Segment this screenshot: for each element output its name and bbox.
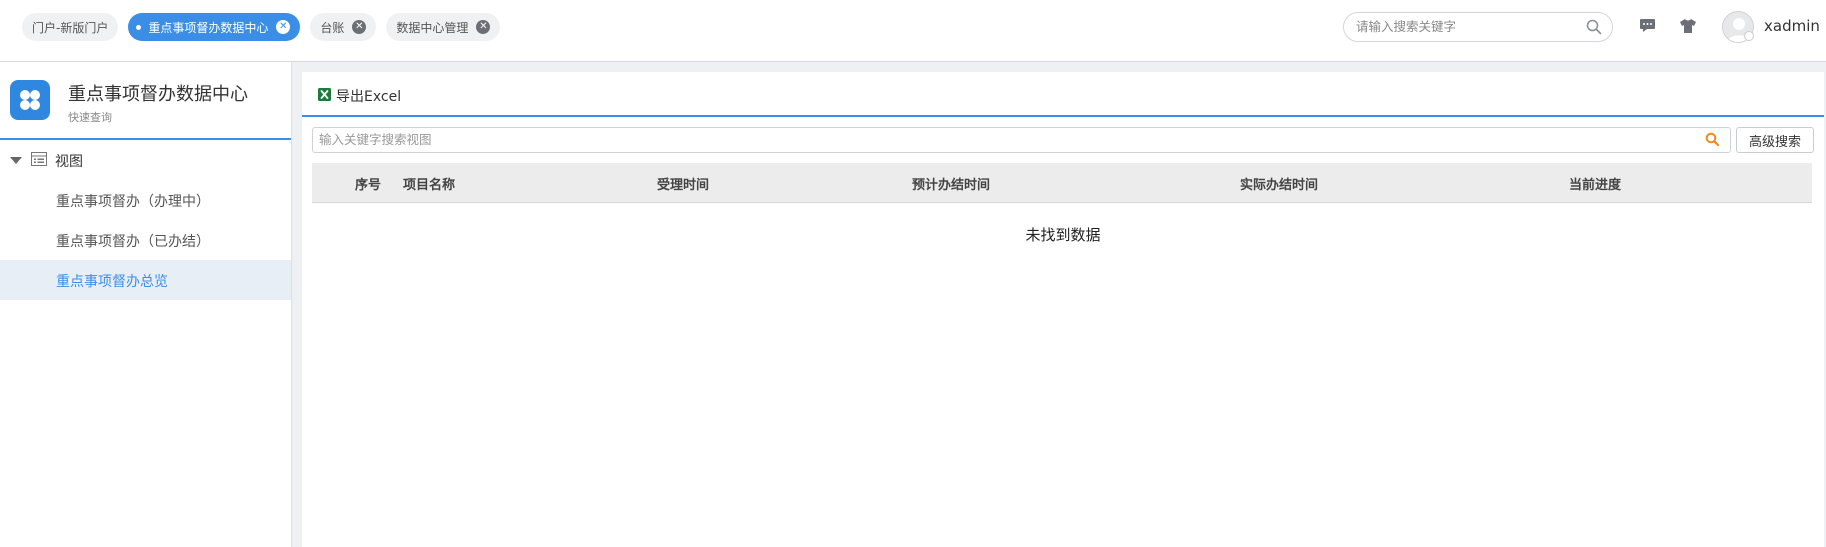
sidebar-item-overview[interactable]: 重点事项督办总览 (0, 260, 291, 300)
tab-bar: 门户-新版门户 重点事项督办数据中心 ✕ 台账 ✕ 数据中心管理 ✕ (22, 13, 501, 41)
column-header-accept-time[interactable]: 受理时间 (657, 174, 709, 193)
main-panel: 导出Excel 高级搜索 序号 项目名称 受理时间 预计办结时间 实际办结时间 … (302, 72, 1824, 547)
tree-root-label: 视图 (55, 154, 83, 170)
column-header-progress[interactable]: 当前进度 (1569, 174, 1621, 193)
column-header-project-name[interactable]: 项目名称 (403, 174, 455, 193)
column-header-actual-finish[interactable]: 实际办结时间 (1240, 174, 1318, 193)
sidebar-subtitle: 快速查询 (68, 111, 112, 124)
app-logo (10, 80, 50, 120)
tab-data-center-admin[interactable]: 数据中心管理 ✕ (386, 13, 501, 41)
close-icon[interactable]: ✕ (352, 20, 367, 34)
app-logo-icon (20, 90, 40, 110)
tab-label: 门户-新版门户 (32, 20, 109, 35)
caret-down-icon[interactable] (10, 157, 22, 164)
sidebar: 重点事项督办数据中心 快速查询 视图 重点事项督办（办理中） 重点事项督办（已办… (0, 62, 292, 547)
global-search-input[interactable] (1356, 19, 1576, 34)
search-icon[interactable] (1705, 132, 1720, 147)
username[interactable]: xadmin (1764, 17, 1820, 35)
status-badge (1744, 31, 1754, 41)
view-search-input[interactable] (319, 132, 1679, 147)
tab-data-center[interactable]: 重点事项督办数据中心 ✕ (128, 13, 301, 41)
active-dot-icon (136, 24, 142, 30)
tab-portal[interactable]: 门户-新版门户 (22, 13, 119, 41)
advanced-search-button[interactable]: 高级搜索 (1736, 127, 1814, 153)
sidebar-item-completed[interactable]: 重点事项督办（已办结） (0, 220, 291, 260)
close-icon[interactable]: ✕ (476, 20, 491, 34)
list-view-icon (31, 152, 47, 166)
tab-label: 重点事项督办数据中心 (148, 20, 269, 35)
table-header: 序号 项目名称 受理时间 预计办结时间 实际办结时间 当前进度 (312, 163, 1812, 203)
export-excel-button[interactable]: 导出Excel (336, 86, 401, 106)
sidebar-header: 重点事项督办数据中心 快速查询 (0, 62, 291, 140)
tree-root-views[interactable]: 视图 (0, 140, 291, 180)
tab-label: 数据中心管理 (396, 20, 469, 35)
empty-state: 未找到数据 (1025, 226, 1101, 244)
column-header-index[interactable]: 序号 (355, 174, 381, 193)
column-header-expected-finish[interactable]: 预计办结时间 (912, 174, 990, 193)
sidebar-item-label: 重点事项督办总览 (56, 274, 168, 290)
global-search (1343, 12, 1613, 42)
sidebar-item-label: 重点事项督办（已办结） (56, 234, 210, 250)
excel-icon[interactable] (318, 88, 331, 101)
tab-label: 台账 (320, 20, 345, 35)
sidebar-item-in-progress[interactable]: 重点事项督办（办理中） (0, 180, 291, 220)
top-bar: 门户-新版门户 重点事项督办数据中心 ✕ 台账 ✕ 数据中心管理 ✕ 请输入搜索… (0, 0, 1826, 62)
search-icon[interactable] (1586, 19, 1602, 35)
tab-ledger[interactable]: 台账 ✕ (310, 13, 377, 41)
toolbar: 导出Excel (302, 72, 1824, 117)
message-icon[interactable] (1639, 18, 1656, 34)
close-icon[interactable]: ✕ (276, 20, 291, 34)
sidebar-item-label: 重点事项督办（办理中） (56, 194, 210, 210)
shirt-icon[interactable] (1679, 18, 1697, 34)
view-search (312, 127, 1731, 153)
sidebar-title: 重点事项督办数据中心 (68, 84, 248, 105)
